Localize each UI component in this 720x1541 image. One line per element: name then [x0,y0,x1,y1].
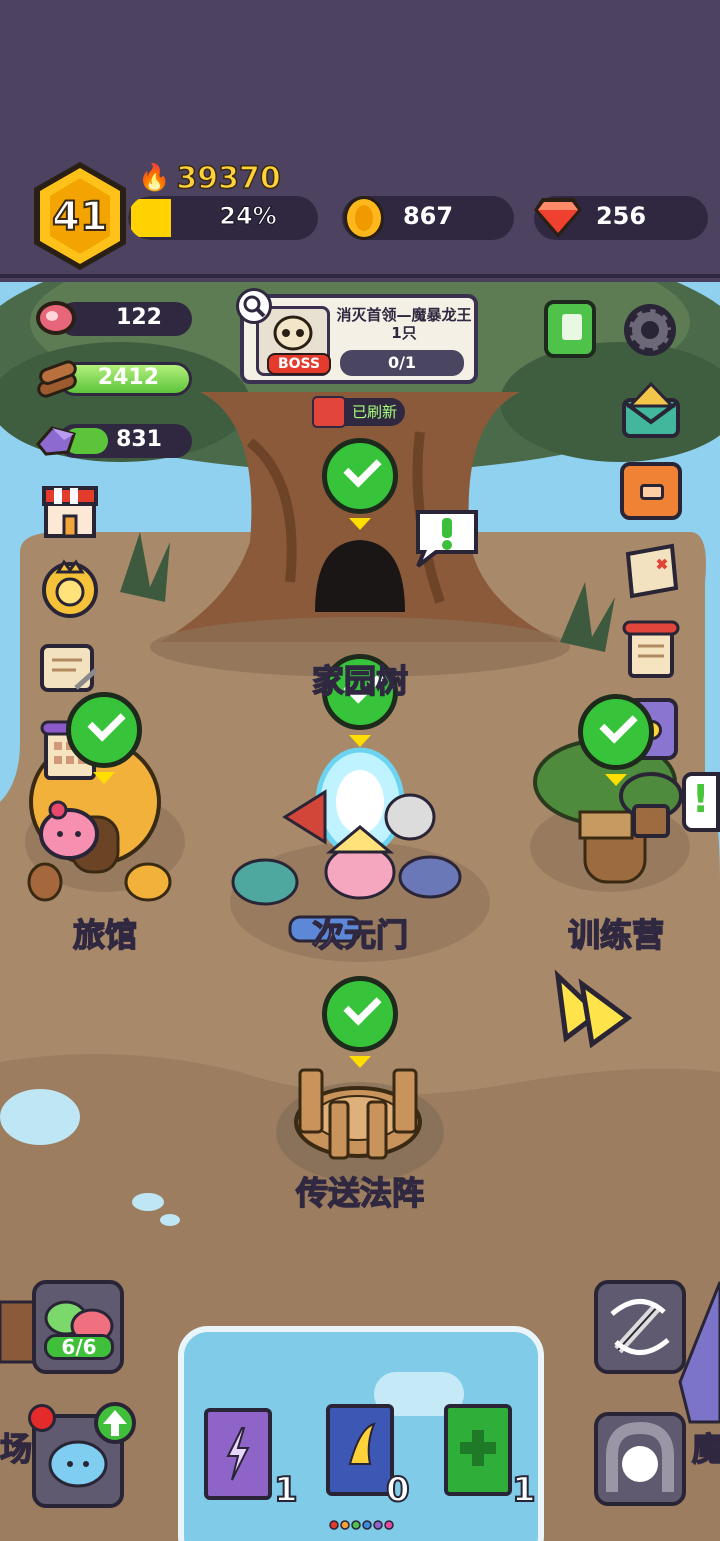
wood-value: 2412 [97,365,159,390]
notice-scroll-icon[interactable] [620,618,682,682]
backpack-icon[interactable] [620,462,682,520]
ore-value: 831 [116,427,162,452]
wood-icon [34,358,80,400]
left-building-label[interactable]: 场 [0,1424,33,1470]
blue-book-icon[interactable] [326,1404,394,1496]
gem-icon [532,196,584,240]
teleport-check-icon[interactable] [322,976,398,1052]
training-camp-pointer-icon [605,774,627,786]
purple-book-count: 1 [273,1469,299,1511]
exp-bar-fill [128,196,174,240]
meat-value: 122 [116,305,162,330]
boss-badge: BOSS [267,353,331,375]
flame-icon: 🔥 [138,163,171,193]
portal-pointer-icon [349,735,371,747]
gear-icon[interactable] [618,298,682,362]
inn-label[interactable]: 旅馆 [50,910,160,956]
boss-quest-progress: 0/1 [340,350,464,376]
crown-badge-icon[interactable] [38,558,102,620]
teleport-pointer-icon [349,1056,371,1068]
portal-label[interactable]: 次元门 [296,910,424,956]
book-dots-indicator [328,1516,394,1530]
tree-house-icon[interactable] [618,770,684,840]
boss-quest-card[interactable]: BOSS 消灭首领—魔暴龙王1只 0/1 [240,294,478,384]
player-level-badge[interactable]: 41 [30,160,130,272]
scroll-icon[interactable] [36,636,102,698]
ore-icon [34,420,78,460]
power-value: 39370 [176,160,282,197]
upgrade-arrow-icon[interactable] [94,1402,136,1444]
shop-icon[interactable] [40,480,100,540]
purple-book-icon[interactable] [204,1408,272,1500]
inn-check-icon[interactable] [66,692,142,768]
quest-book-icon[interactable] [544,300,596,358]
tree-alert-bubble-icon[interactable] [410,504,482,570]
map-icon[interactable] [620,540,682,602]
sword-swap-button[interactable] [594,1280,686,1374]
training-camp-label[interactable]: 训练营 [550,910,682,956]
green-book-icon[interactable] [444,1404,512,1496]
squad-button[interactable]: 6/6 [32,1280,124,1374]
training-camp-check-icon[interactable] [578,694,654,770]
exp-percent: 24% [219,202,277,231]
squad-count: 6/6 [44,1334,114,1360]
magnifier-icon[interactable] [236,288,272,324]
pink-pet-icon[interactable] [36,796,102,862]
portal-stone-button[interactable] [594,1412,686,1506]
fast-forward-icon[interactable] [552,969,634,1050]
coin-icon [342,194,386,242]
power-display: 🔥 39370 [138,160,282,197]
inn-pointer-icon [93,772,115,784]
meat-icon [34,298,78,340]
player-level: 41 [51,193,109,241]
meat-counter[interactable]: 122 [58,302,192,336]
right-building-label[interactable]: 魔 [691,1424,720,1470]
home-tree-pointer-icon [349,518,371,530]
teleport-circle-label[interactable]: 传送法阵 [280,1168,440,1214]
home-tree-check-icon[interactable] [322,438,398,514]
home-tree-label[interactable]: 家园树 [300,656,420,702]
exp-bar: 24% [128,196,318,240]
mail-icon[interactable] [620,378,682,440]
boss-quest-title: 消灭首领—魔暴龙王1只 [336,306,472,342]
alert-icon[interactable]: ! [682,772,720,832]
ore-counter[interactable]: 831 [58,424,192,458]
red-dot-icon [28,1404,56,1432]
green-book-count: 1 [511,1469,537,1511]
blue-book-count: 0 [385,1469,411,1511]
treasure-chest-icon[interactable] [312,396,346,428]
